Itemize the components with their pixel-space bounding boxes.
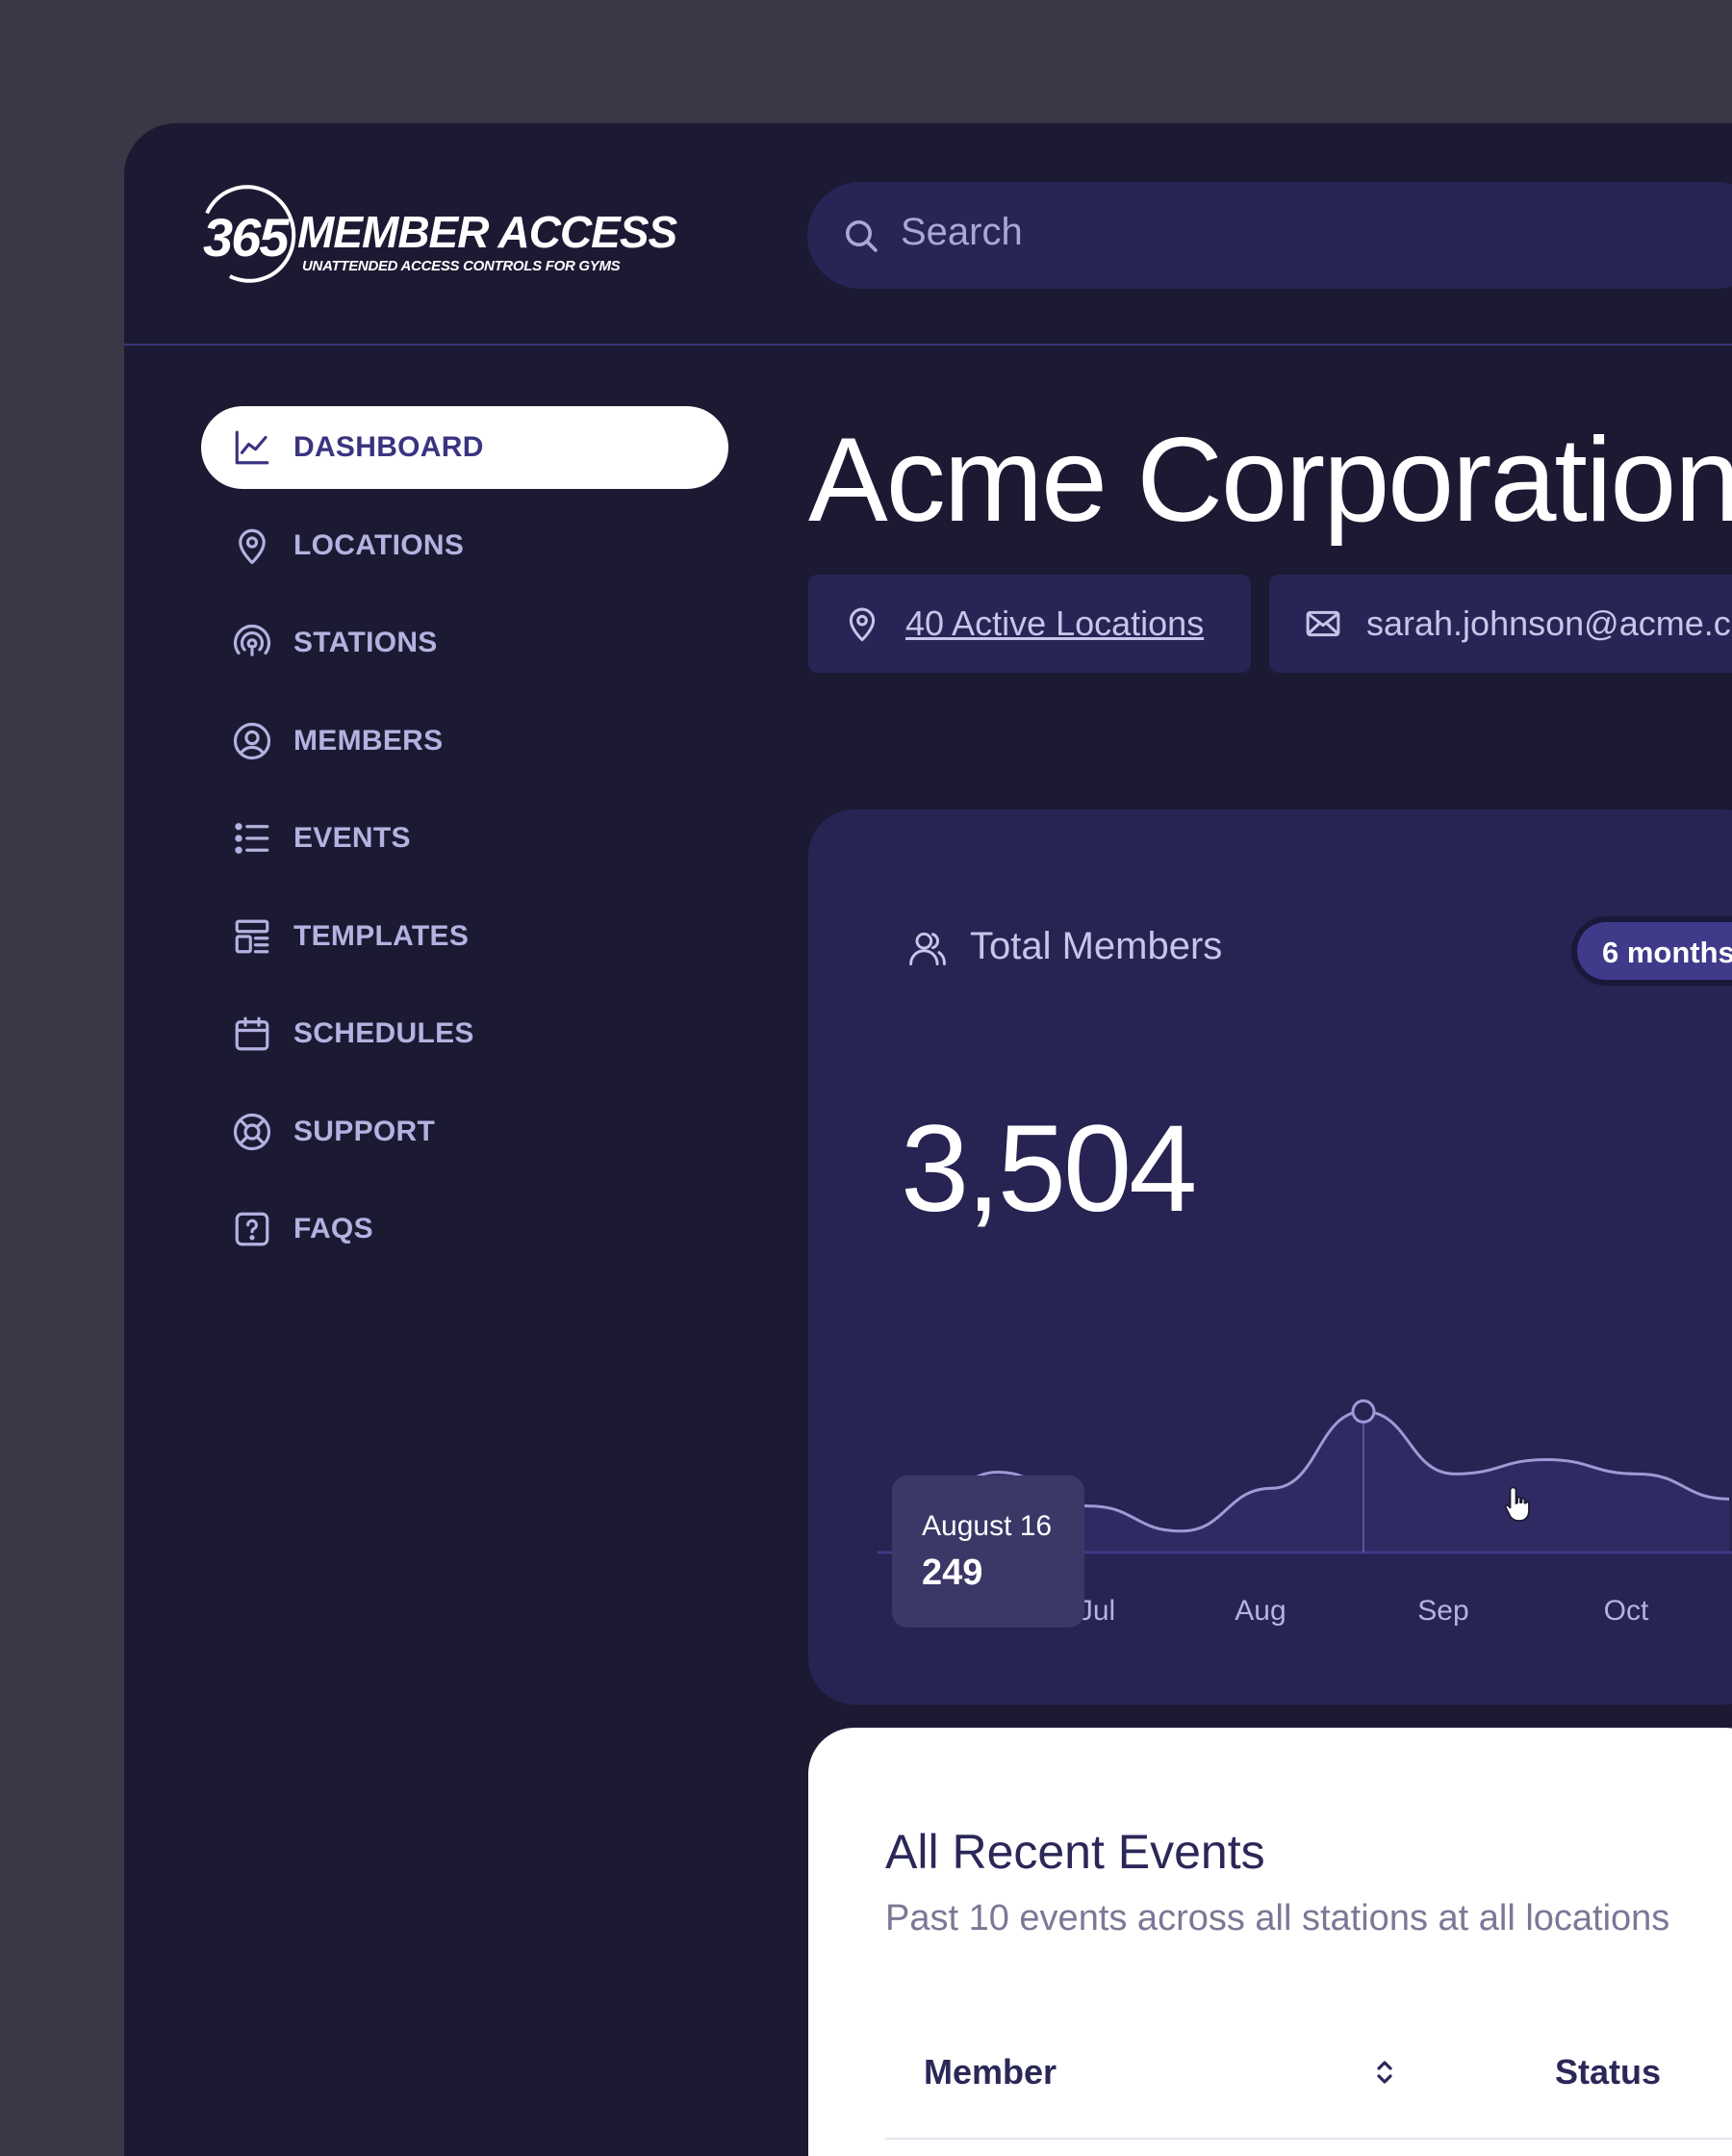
sidebar-item-events[interactable]: EVENTS: [201, 797, 728, 880]
top-header: 365 MEMBER ACCESS UNATTENDED ACCESS CONT…: [124, 123, 1732, 346]
sidebar-item-templates[interactable]: TEMPLATES: [201, 895, 728, 978]
range-selector[interactable]: 6 months: [1571, 916, 1732, 986]
question-icon: [235, 1212, 269, 1246]
sidebar-item-locations[interactable]: LOCATIONS: [201, 504, 728, 587]
sidebar-item-label: LOCATIONS: [293, 528, 465, 561]
email-chip[interactable]: sarah.johnson@acme.com: [1269, 575, 1732, 673]
sidebar-item-label: STATIONS: [293, 627, 438, 658]
sidebar-item-label: DASHBOARD: [293, 431, 484, 463]
events-title: All Recent Events: [885, 1825, 1265, 1879]
search-bar[interactable]: Search: [807, 182, 1732, 289]
sidebar-item-dashboard[interactable]: DASHBOARD: [201, 406, 728, 489]
recent-events-card: All Recent Events Past 10 events across …: [808, 1728, 1732, 2156]
search-input[interactable]: Search: [901, 211, 1023, 254]
layout-icon: [235, 919, 269, 953]
chart-hover-point: [1351, 1399, 1376, 1424]
calendar-icon: [235, 1016, 269, 1051]
tooltip-date: August 16: [922, 1510, 1053, 1542]
list-icon: [235, 823, 269, 854]
events-subtitle: Past 10 events across all stations at al…: [885, 1898, 1670, 1938]
sidebar-item-label: MEMBERS: [293, 724, 444, 757]
sidebar-item-label: FAQS: [293, 1213, 373, 1245]
hand-cursor-icon: [1504, 1486, 1530, 1522]
sidebar-nav: DASHBOARD LOCATIONS STATIONS MEMBERS EVE…: [201, 406, 728, 1286]
chart-x-tick-label: Oct: [1604, 1595, 1649, 1627]
users-icon: [909, 932, 946, 965]
chart-line-icon: [235, 430, 269, 465]
search-icon: [846, 220, 878, 252]
email-text: sarah.johnson@acme.com: [1366, 603, 1732, 643]
user-circle-icon: [233, 722, 271, 759]
column-header-status[interactable]: Status: [1555, 2052, 1661, 2092]
app-window: 365 MEMBER ACCESS UNATTENDED ACCESS CONT…: [124, 123, 1732, 2156]
tooltip-value: 249: [922, 1553, 983, 1593]
logo-tagline: UNATTENDED ACCESS CONTROLS FOR GYMS: [302, 258, 621, 274]
table-divider: [885, 2138, 1732, 2140]
chart-x-tick-label: Sep: [1417, 1595, 1468, 1627]
logo-number: 365: [203, 207, 289, 268]
sidebar-item-schedules[interactable]: SCHEDULES: [201, 992, 728, 1075]
lifebuoy-icon: [233, 1113, 271, 1150]
logo-name: MEMBER ACCESS: [297, 207, 677, 257]
page-title: Acme Corporation: [808, 414, 1732, 547]
map-pin-icon: [239, 528, 266, 564]
locations-link[interactable]: 40 Active Locations: [905, 603, 1204, 644]
total-members-value: 3,504: [901, 1100, 1197, 1238]
total-members-label: Total Members: [970, 925, 1223, 967]
sidebar-item-support[interactable]: SUPPORT: [201, 1091, 728, 1173]
range-label: 6 months: [1602, 936, 1732, 969]
column-header-member[interactable]: Member: [924, 2052, 1057, 2092]
sidebar-item-label: SUPPORT: [293, 1115, 436, 1147]
range-option-active[interactable]: 6 months: [1577, 922, 1732, 980]
broadcast-icon: [233, 625, 271, 656]
mail-icon: [1306, 610, 1340, 637]
brand-logo[interactable]: 365 MEMBER ACCESS UNATTENDED ACCESS CONT…: [187, 171, 677, 296]
map-pin-icon: [849, 607, 876, 642]
sidebar-item-label: TEMPLATES: [293, 919, 470, 952]
sidebar-item-faqs[interactable]: FAQS: [201, 1188, 728, 1270]
chart-x-tick-label: Aug: [1235, 1595, 1286, 1627]
sort-icon[interactable]: [1373, 2055, 1396, 2090]
locations-chip[interactable]: 40 Active Locations: [808, 575, 1251, 673]
chart-tooltip: August 16 249: [892, 1476, 1084, 1628]
sidebar-item-label: SCHEDULES: [293, 1017, 474, 1049]
sidebar-item-stations[interactable]: STATIONS: [201, 602, 728, 684]
sidebar-item-members[interactable]: MEMBERS: [201, 700, 728, 783]
sidebar-item-label: EVENTS: [293, 822, 411, 854]
